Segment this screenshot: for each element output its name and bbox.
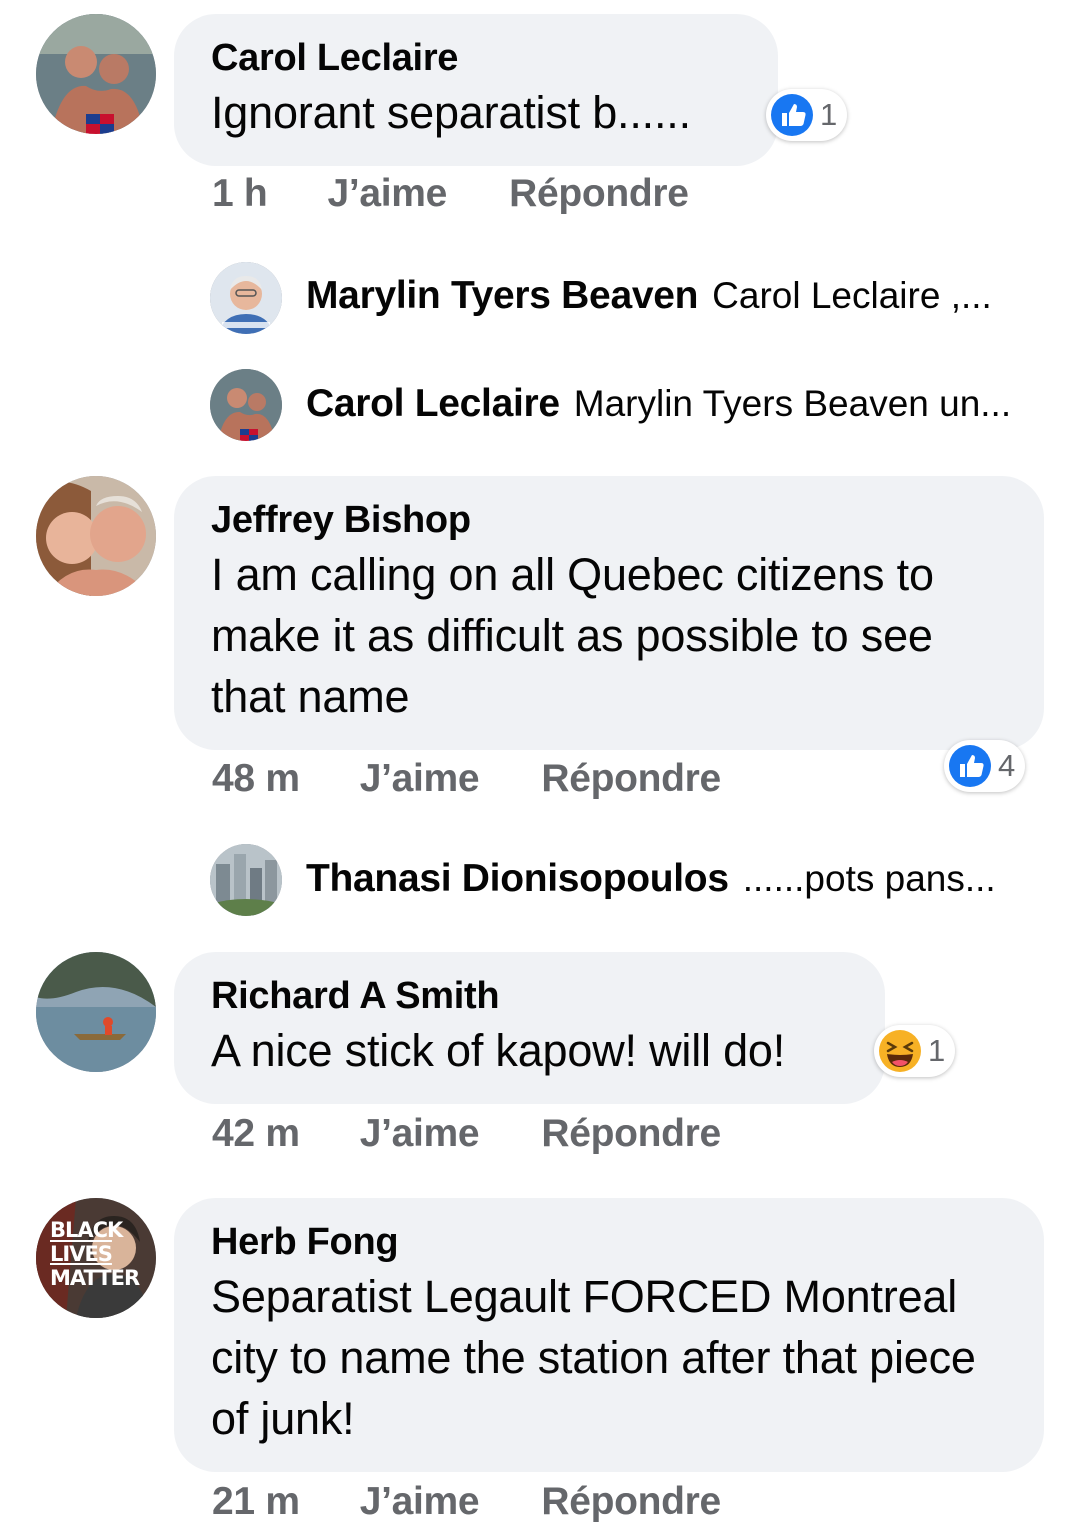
comment-actions: 42 m J’aime Répondre (212, 1112, 721, 1156)
comment-bubble[interactable]: Jeffrey Bishop I am calling on all Quebe… (174, 476, 1044, 750)
like-button[interactable]: J’aime (360, 1480, 480, 1524)
reply-author[interactable]: Marylin Tyers Beaven (306, 274, 698, 318)
like-button[interactable]: J’aime (327, 172, 447, 216)
comment-actions: 1 h J’aime Répondre (212, 172, 689, 216)
comment-bubble[interactable]: Richard A Smith A nice stick of kapow! w… (174, 952, 885, 1104)
comment-author[interactable]: Carol Leclaire (211, 36, 742, 80)
avatar-photo (210, 844, 282, 916)
reaction-count[interactable]: 1 (766, 89, 848, 141)
avatar-photo (210, 262, 282, 334)
overlay-line: BLACK (50, 1218, 123, 1242)
comment-actions: 21 m J’aime Répondre (212, 1480, 721, 1524)
reply-button[interactable]: Répondre (509, 172, 689, 216)
haha-reaction-icon (879, 1030, 921, 1072)
reply-preview: ......pots pans... (742, 858, 996, 899)
reaction-count-value: 1 (820, 97, 838, 132)
reply-item[interactable]: Carol Leclaire Marylin Tyers Beaven un..… (306, 382, 1011, 426)
reply-button[interactable]: Répondre (541, 1480, 721, 1524)
comment-text: Ignorant separatist b...... (211, 87, 691, 138)
comment-author[interactable]: Richard A Smith (211, 974, 849, 1018)
avatar-photo (36, 476, 156, 596)
comment-timestamp[interactable]: 21 m (212, 1480, 300, 1524)
reply-preview: Carol Leclaire ,... (712, 275, 992, 316)
reply-button[interactable]: Répondre (541, 1112, 721, 1156)
comment-bubble[interactable]: Herb Fong Separatist Legault FORCED Mont… (174, 1198, 1044, 1472)
reaction-count[interactable]: 4 (944, 740, 1026, 792)
comment-timestamp[interactable]: 1 h (212, 172, 268, 216)
like-button[interactable]: J’aime (360, 1112, 480, 1156)
avatar-carol-leclaire[interactable] (210, 369, 282, 441)
comment-bubble[interactable]: Carol Leclaire Ignorant separatist b....… (174, 14, 778, 166)
avatar-photo (36, 952, 156, 1072)
reply-item[interactable]: Marylin Tyers Beaven Carol Leclaire ,... (306, 274, 992, 318)
reply-item[interactable]: Thanasi Dionisopoulos ......pots pans... (306, 857, 996, 901)
reaction-count[interactable]: 1 (874, 1025, 956, 1077)
avatar-herb-fong[interactable]: BLACK LIVES MATTER (36, 1198, 156, 1318)
like-reaction-icon (771, 94, 813, 136)
reaction-count-value: 4 (998, 748, 1016, 783)
comment-timestamp[interactable]: 42 m (212, 1112, 300, 1156)
avatar-jeffrey-bishop[interactable] (36, 476, 156, 596)
avatar-overlay-text: BLACK LIVES MATTER (50, 1218, 140, 1290)
comment-actions: 48 m J’aime Répondre (212, 757, 721, 801)
comment-author[interactable]: Jeffrey Bishop (211, 498, 1008, 542)
reply-author[interactable]: Thanasi Dionisopoulos (306, 857, 729, 901)
comment-text: I am calling on all Quebec citizens to m… (211, 549, 934, 722)
avatar-richard-a-smith[interactable] (36, 952, 156, 1072)
avatar-photo (36, 14, 156, 134)
reply-author[interactable]: Carol Leclaire (306, 382, 560, 426)
comment-timestamp[interactable]: 48 m (212, 757, 300, 801)
comment-author[interactable]: Herb Fong (211, 1220, 1008, 1264)
reply-preview: Marylin Tyers Beaven un... (573, 383, 1012, 424)
like-reaction-icon (949, 745, 991, 787)
avatar-thanasi-dionisopoulos[interactable] (210, 844, 282, 916)
reaction-count-value: 1 (928, 1033, 946, 1068)
avatar-marylin-tyers-beaven[interactable] (210, 262, 282, 334)
comment-text: A nice stick of kapow! will do! (211, 1025, 786, 1076)
overlay-line: LIVES (50, 1242, 113, 1266)
overlay-line: MATTER (50, 1266, 140, 1290)
like-button[interactable]: J’aime (360, 757, 480, 801)
avatar-photo (210, 369, 282, 441)
comment-text: Separatist Legault FORCED Montreal city … (211, 1271, 976, 1444)
avatar-carol-leclaire[interactable] (36, 14, 156, 134)
reply-button[interactable]: Répondre (541, 757, 721, 801)
